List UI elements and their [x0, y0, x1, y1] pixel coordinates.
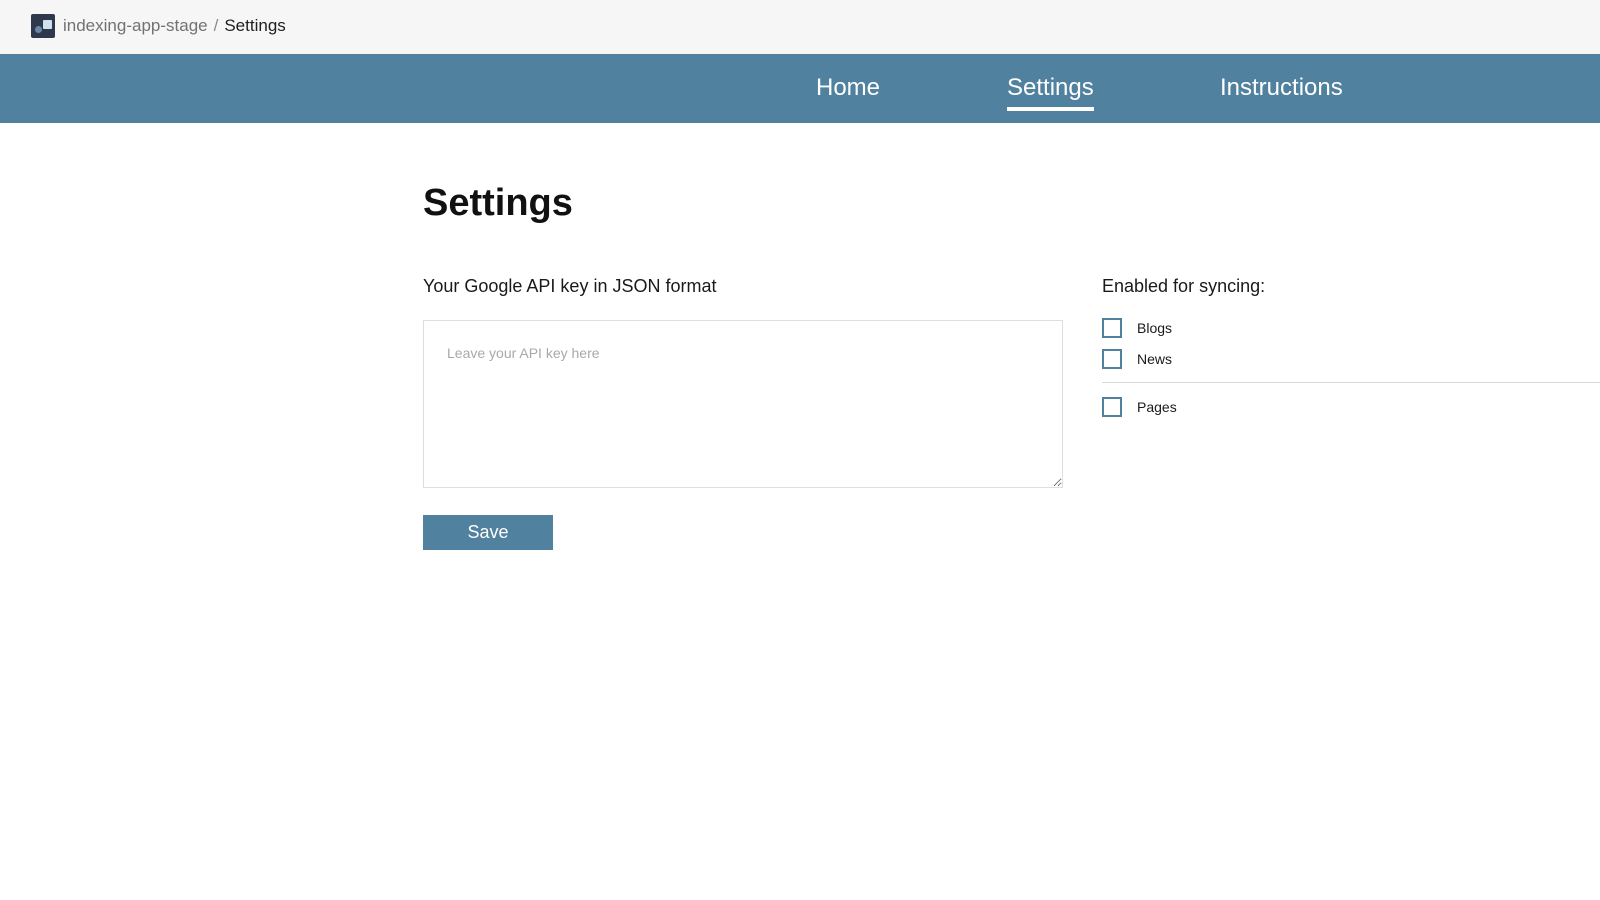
sync-divider — [1102, 382, 1600, 383]
sync-section-label: Enabled for syncing: — [1102, 276, 1266, 296]
api-key-label: Your Google API key in JSON format — [423, 276, 717, 296]
sync-option-pages[interactable]: Pages — [1102, 397, 1177, 417]
breadcrumb-separator: / — [213, 16, 219, 35]
api-key-textarea[interactable] — [423, 320, 1063, 488]
blogs-checkbox[interactable] — [1102, 318, 1122, 338]
nav-settings[interactable]: Settings — [1007, 74, 1094, 111]
news-checkbox[interactable] — [1102, 349, 1122, 369]
breadcrumb-current: Settings — [224, 16, 286, 35]
save-button[interactable]: Save — [423, 515, 553, 550]
sync-option-blogs[interactable]: Blogs — [1102, 318, 1172, 338]
app-logo-inner-shape — [43, 20, 52, 29]
pages-checkbox-label: Pages — [1137, 399, 1177, 415]
nav-home[interactable]: Home — [816, 74, 880, 102]
nav-settings-label: Settings — [1007, 74, 1094, 101]
top-bar: indexing-app-stage / Settings — [0, 0, 1600, 54]
app-logo-icon[interactable] — [31, 14, 55, 38]
breadcrumb-app-name[interactable]: indexing-app-stage — [63, 16, 208, 35]
breadcrumb: indexing-app-stage / Settings — [63, 16, 286, 36]
nav-instructions-label: Instructions — [1220, 74, 1343, 101]
pages-checkbox[interactable] — [1102, 397, 1122, 417]
nav-home-label: Home — [816, 74, 881, 101]
page-title: Settings — [423, 182, 573, 224]
nav-instructions[interactable]: Instructions — [1220, 74, 1343, 102]
sync-option-news[interactable]: News — [1102, 349, 1172, 369]
active-tab-indicator — [1007, 107, 1094, 111]
main-nav: Home Settings Instructions — [0, 54, 1600, 123]
blogs-checkbox-label: Blogs — [1137, 320, 1173, 336]
app-logo-dot-shape — [35, 26, 42, 33]
news-checkbox-label: News — [1137, 351, 1173, 367]
